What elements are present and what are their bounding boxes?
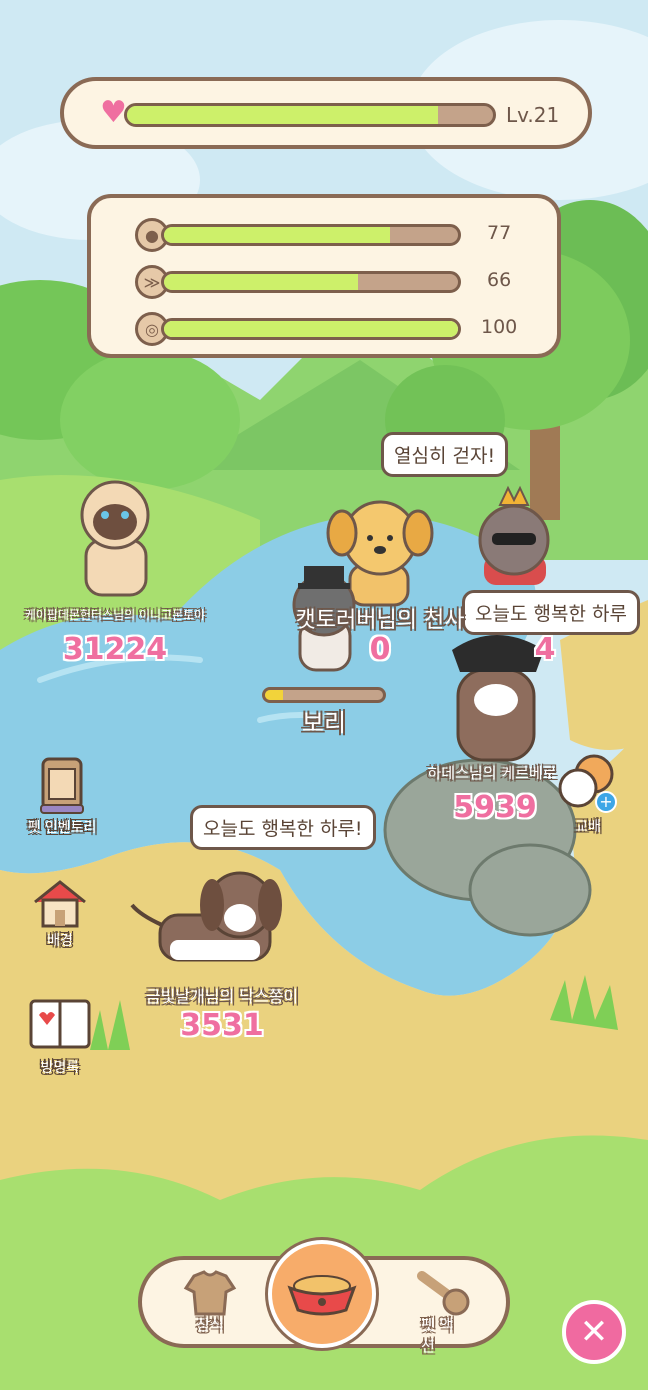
- speech-bubble-crown-cat: 오늘도 행복한 하루: [462, 590, 640, 635]
- bori-progress-bar: [262, 687, 386, 703]
- pet-name-siamese: 케이팝데몬헌터스님의 이니고몬토야: [24, 608, 206, 622]
- pet-action-label: 펫 액션: [421, 1316, 454, 1355]
- stat-bar-1: [161, 224, 461, 246]
- level-text: Lv.21: [506, 103, 560, 127]
- shirt-icon: [183, 1270, 237, 1316]
- guestbook-button[interactable]: 방명록: [22, 995, 98, 1077]
- svg-text:+: +: [599, 792, 612, 811]
- stat-bar-3: [161, 318, 461, 340]
- pet-name-dachshund: 금빛날개님의 닥스쫑이: [145, 987, 299, 1006]
- background-label: 배경: [47, 933, 73, 949]
- pet-inventory-label: 펫 인벤토리: [27, 820, 97, 836]
- speech-bubble-puppy: 열심히 걷자!: [381, 432, 509, 477]
- pet-score-puppy: 0: [369, 632, 391, 667]
- pet-action-button[interactable]: 펫 액션: [400, 1262, 484, 1355]
- close-button[interactable]: ✕: [562, 1300, 626, 1364]
- background-button[interactable]: 배경: [22, 878, 98, 950]
- exchange-button[interactable]: + 교배: [556, 752, 620, 836]
- pet-score-siamese: 31224: [62, 632, 168, 667]
- stat-bar-2: [161, 271, 461, 293]
- exchange-label: 교배: [575, 819, 601, 835]
- stat-value-1: 77: [487, 222, 512, 244]
- stats-panel: ● 77 ≫ 66 ◎ 100: [87, 194, 561, 358]
- xp-bar: [124, 103, 496, 127]
- pet-pair-add-icon: +: [558, 754, 617, 813]
- food-bowl-icon: [287, 1275, 357, 1316]
- heart-icon: ♥: [100, 95, 127, 130]
- pirate-shiba-pet[interactable]: [452, 635, 544, 762]
- close-icon: ✕: [579, 1312, 609, 1352]
- pet-score-crown-cat: 4: [534, 632, 556, 667]
- pet-name-puppy: 캣토러버님의 천사: [295, 608, 465, 633]
- decorate-button[interactable]: 장식: [170, 1262, 250, 1342]
- decorate-label: 장식: [196, 1316, 224, 1334]
- pet-inventory-button[interactable]: 펫 인벤토리: [22, 755, 102, 837]
- pet-carrier-icon: [40, 757, 84, 814]
- guestbook-icon: [29, 999, 91, 1049]
- pet-name-bori: 보리: [301, 709, 347, 737]
- xp-fill: [127, 106, 439, 124]
- guestbook-label: 방명록: [40, 1060, 80, 1076]
- stat-value-3: 100: [481, 316, 518, 338]
- bone-ball-icon: [417, 1271, 470, 1316]
- siamese-cat-pet[interactable]: [80, 480, 150, 597]
- pet-score-shiba: 5939: [453, 790, 537, 825]
- pet-score-dachshund: 3531: [180, 1008, 264, 1043]
- feed-button[interactable]: [268, 1240, 376, 1348]
- stat-value-2: 66: [487, 269, 512, 291]
- speech-bubble-dachshund: 오늘도 행복한 하루!: [190, 805, 376, 850]
- house-icon: [34, 880, 86, 928]
- level-panel: ♥ Lv.21: [60, 77, 592, 149]
- pet-name-shiba: 하데스님의 케르베로: [427, 764, 557, 782]
